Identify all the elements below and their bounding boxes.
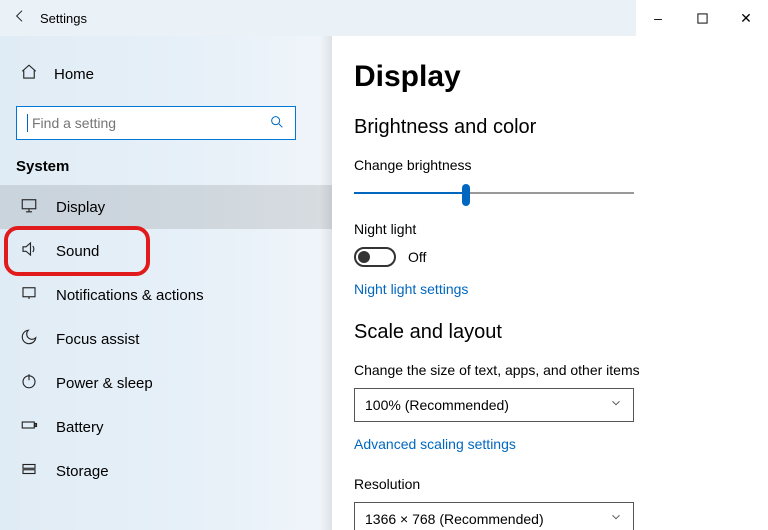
main-panel: Display Brightness and color Change brig… — [332, 36, 768, 530]
night-light-label: Night light — [354, 221, 738, 237]
sidebar-item-storage[interactable]: Storage — [0, 449, 332, 493]
sidebar-item-label: Display — [56, 199, 105, 216]
sidebar-item-display[interactable]: Display — [0, 185, 332, 229]
slider-fill — [354, 192, 466, 194]
sidebar: Home System Display — [0, 36, 332, 530]
sidebar-home-label: Home — [54, 66, 94, 83]
focus-icon — [20, 328, 38, 350]
storage-icon — [20, 460, 38, 482]
resolution-select[interactable]: 1366 × 768 (Recommended) — [354, 502, 634, 530]
sidebar-item-label: Storage — [56, 463, 109, 480]
notifications-icon — [20, 284, 38, 306]
sidebar-item-label: Focus assist — [56, 331, 139, 348]
home-icon — [20, 63, 38, 85]
scale-value: 100% (Recommended) — [365, 397, 509, 413]
sound-icon — [20, 240, 38, 262]
slider-thumb[interactable] — [462, 184, 470, 206]
sidebar-item-label: Battery — [56, 419, 104, 436]
section-scale-title: Scale and layout — [354, 321, 738, 344]
chevron-down-icon — [609, 510, 623, 528]
sidebar-item-label: Power & sleep — [56, 375, 153, 392]
night-light-settings-link[interactable]: Night light settings — [354, 281, 738, 297]
power-icon — [20, 372, 38, 394]
sidebar-group-label: System — [0, 158, 332, 185]
night-light-toggle[interactable] — [354, 247, 396, 267]
page-title: Display — [354, 60, 738, 94]
battery-icon — [20, 416, 38, 438]
sidebar-item-label: Sound — [56, 243, 99, 260]
text-cursor — [27, 114, 28, 132]
section-brightness-title: Brightness and color — [354, 116, 738, 139]
window-maximize-button[interactable] — [680, 0, 724, 36]
brightness-slider[interactable] — [354, 183, 634, 203]
display-icon — [20, 196, 38, 218]
sidebar-item-battery[interactable]: Battery — [0, 405, 332, 449]
toggle-knob — [358, 251, 370, 263]
sidebar-item-focus-assist[interactable]: Focus assist — [0, 317, 332, 361]
night-light-state: Off — [408, 249, 426, 265]
resolution-value: 1366 × 768 (Recommended) — [365, 511, 544, 527]
window-minimize-button[interactable]: – — [636, 0, 680, 36]
chevron-down-icon — [609, 396, 623, 414]
brightness-label: Change brightness — [354, 157, 738, 173]
app-title: Settings — [40, 11, 87, 26]
sidebar-item-label: Notifications & actions — [56, 287, 204, 304]
scale-select[interactable]: 100% (Recommended) — [354, 388, 634, 422]
advanced-scaling-link[interactable]: Advanced scaling settings — [354, 436, 738, 452]
sidebar-item-sound[interactable]: Sound — [0, 229, 332, 273]
search-input[interactable] — [16, 106, 296, 140]
search-field[interactable] — [32, 115, 269, 131]
sidebar-item-notifications[interactable]: Notifications & actions — [0, 273, 332, 317]
back-button[interactable] — [0, 8, 40, 29]
window-close-button[interactable]: ✕ — [724, 0, 768, 36]
sidebar-home[interactable]: Home — [0, 54, 332, 94]
scale-label: Change the size of text, apps, and other… — [354, 362, 738, 378]
resolution-label: Resolution — [354, 476, 738, 492]
sidebar-item-power-sleep[interactable]: Power & sleep — [0, 361, 332, 405]
titlebar: Settings – ✕ — [0, 0, 768, 36]
search-icon — [269, 114, 285, 133]
